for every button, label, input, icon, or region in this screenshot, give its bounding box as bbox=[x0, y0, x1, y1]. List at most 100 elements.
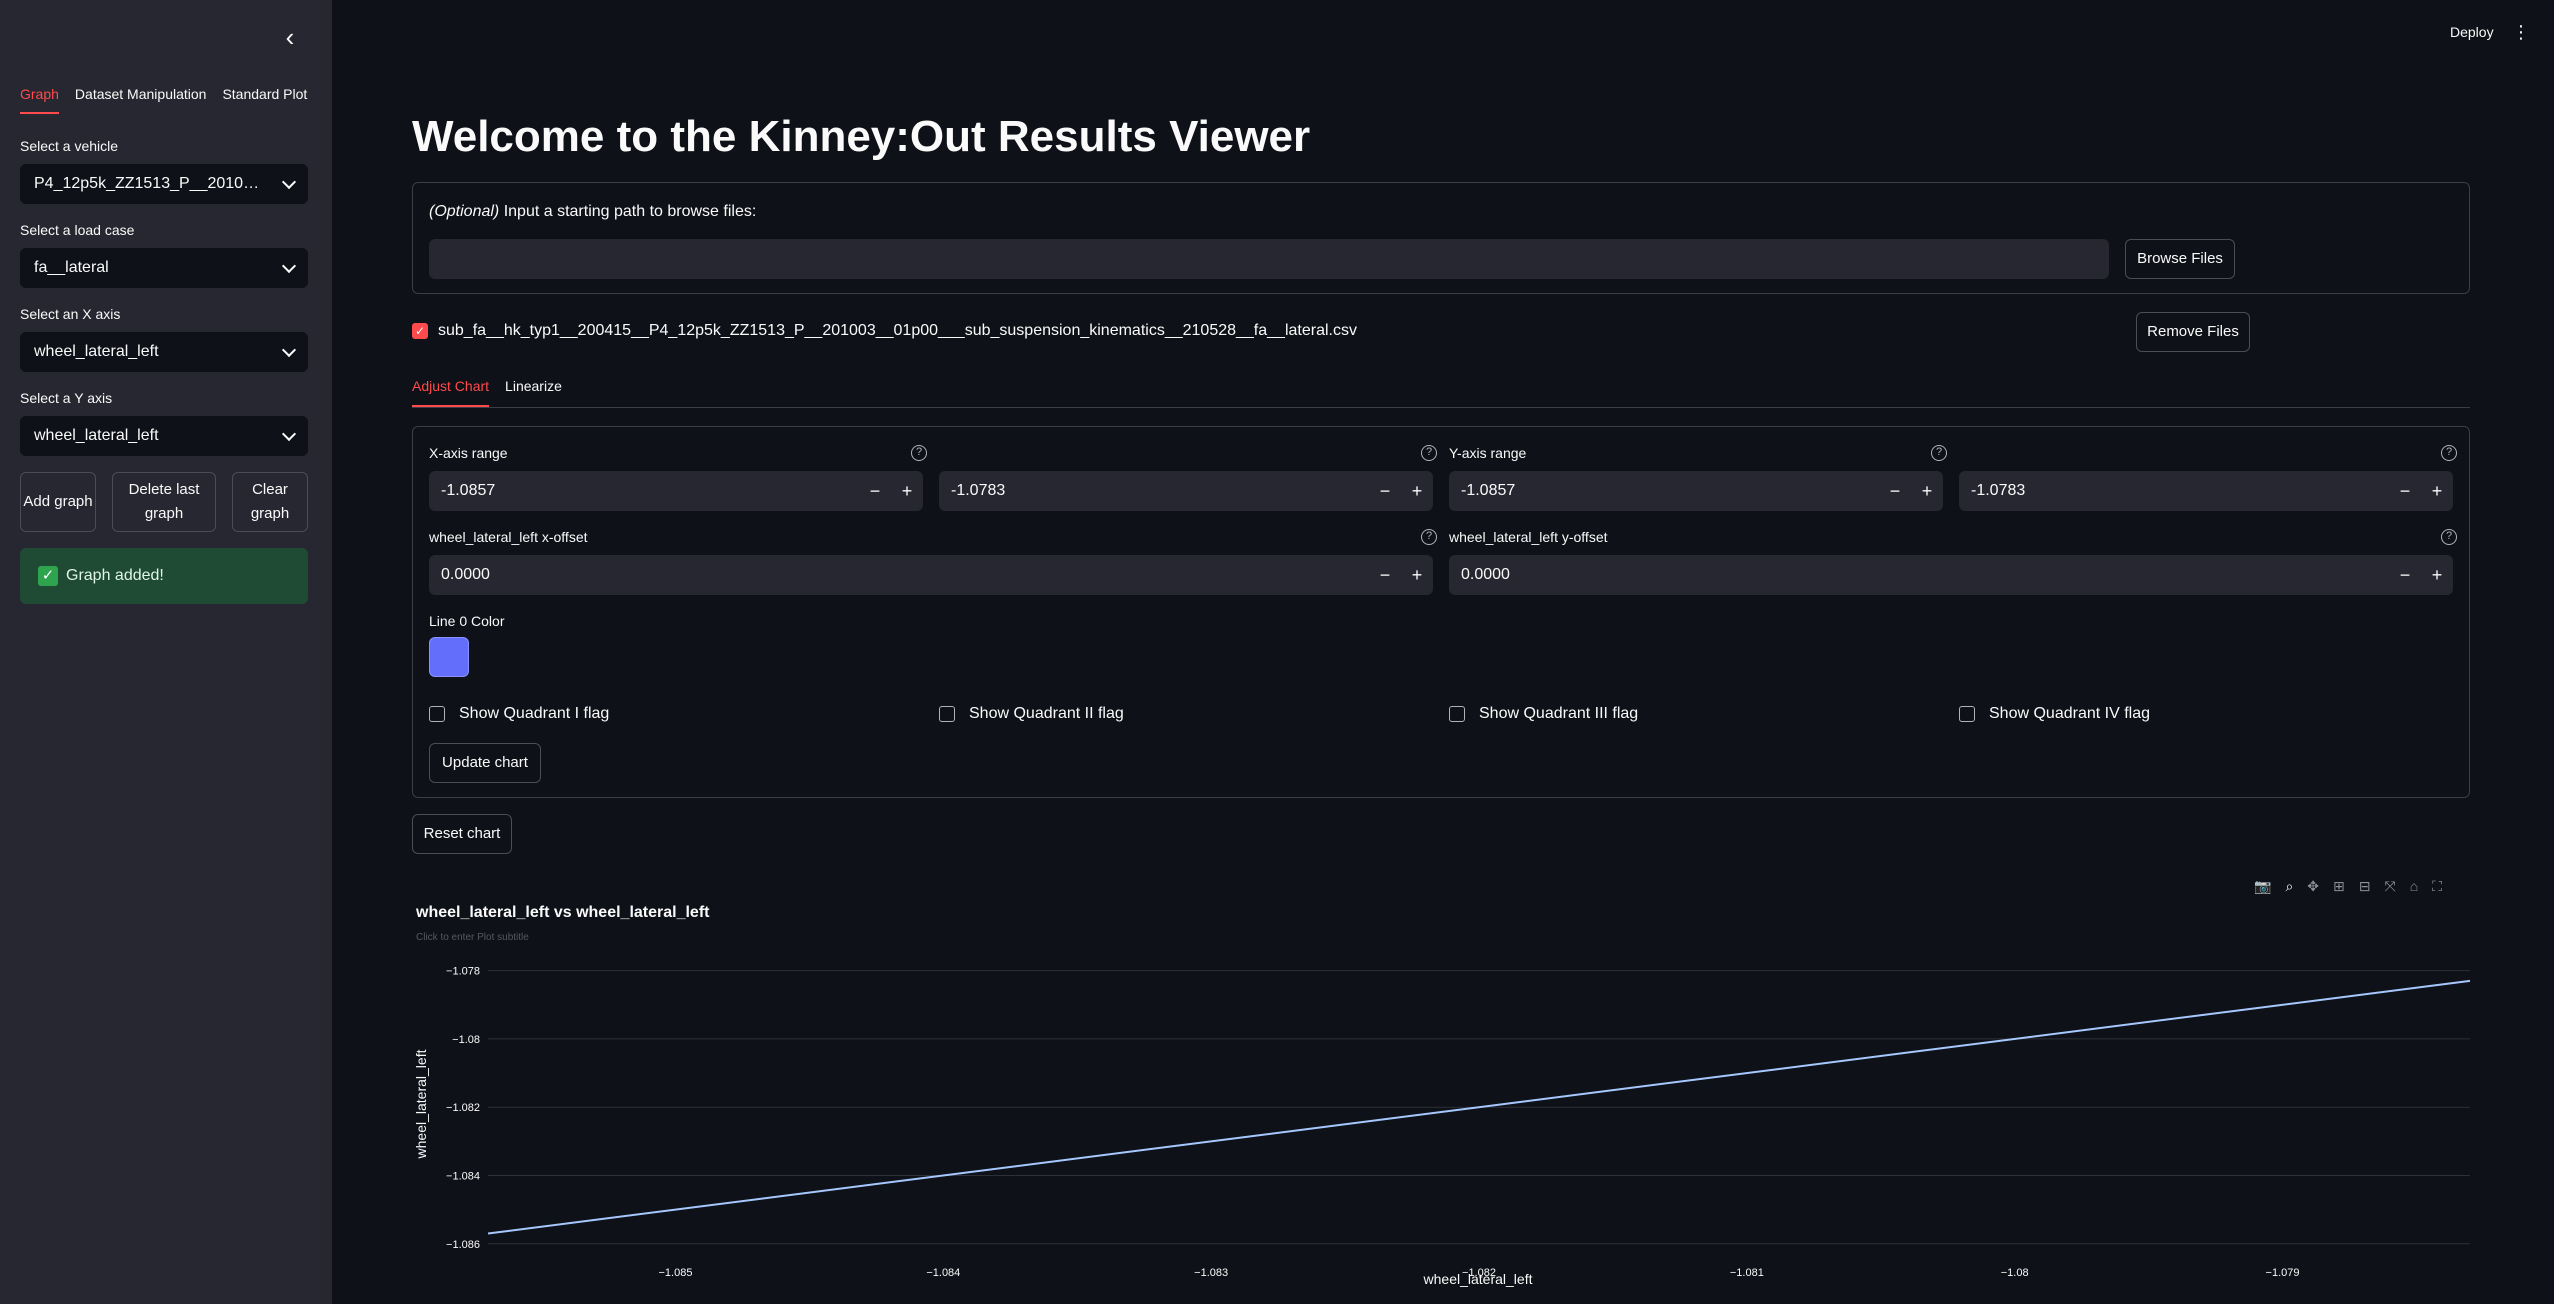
browse-files-button[interactable]: Browse Files bbox=[2125, 239, 2235, 279]
x-min-input[interactable]: -1.0857 − + bbox=[429, 471, 923, 511]
path-label-optional: (Optional) bbox=[429, 203, 500, 220]
y-offset-label: wheel_lateral_left y-offset bbox=[1449, 529, 1608, 545]
load-case-select[interactable]: fa__lateral bbox=[20, 248, 308, 288]
x-tick-label: −1.084 bbox=[926, 1267, 960, 1279]
x-min-value: -1.0857 bbox=[441, 482, 496, 499]
quadrant-4-flag[interactable]: Show Quadrant IV flag bbox=[1959, 705, 2150, 723]
x-tick-label: −1.08 bbox=[2001, 1267, 2029, 1279]
y-axis-select[interactable]: wheel_lateral_left bbox=[20, 416, 308, 456]
minus-icon[interactable]: − bbox=[1369, 471, 1401, 511]
sidebar-tabs: Graph Dataset Manipulation Standard Plot bbox=[20, 86, 307, 114]
tab-standard-plot[interactable]: Standard Plot bbox=[222, 86, 307, 114]
chevron-down-icon bbox=[281, 342, 297, 357]
x-axis-select[interactable]: wheel_lateral_left bbox=[20, 332, 308, 372]
minus-icon[interactable]: − bbox=[1879, 471, 1911, 511]
checkbox[interactable] bbox=[1959, 706, 1975, 722]
y-min-input[interactable]: -1.0857 − + bbox=[1449, 471, 1943, 511]
x-axis-title: wheel_lateral_left bbox=[1423, 1271, 1533, 1287]
delete-last-graph-button[interactable]: Delete last graph bbox=[112, 472, 216, 532]
fullscreen-icon[interactable]: ⛶ bbox=[2432, 878, 2442, 895]
update-chart-button[interactable]: Update chart bbox=[429, 743, 541, 783]
chevron-down-icon bbox=[281, 258, 297, 273]
chart-title: wheel_lateral_left vs wheel_lateral_left bbox=[416, 904, 710, 921]
remove-files-button[interactable]: Remove Files bbox=[2136, 312, 2250, 352]
file-row: ✓ sub_fa__hk_typ1__200415__P4_12p5k_ZZ15… bbox=[412, 322, 1357, 340]
help-icon[interactable]: ? bbox=[2441, 445, 2457, 461]
x-tick-label: −1.081 bbox=[1730, 1267, 1764, 1279]
tab-linearize[interactable]: Linearize bbox=[505, 378, 562, 407]
autoscale-icon[interactable]: ⤧ bbox=[2384, 878, 2395, 895]
minus-icon[interactable]: − bbox=[2389, 555, 2421, 595]
x-offset-input[interactable]: 0.0000 − + bbox=[429, 555, 1433, 595]
camera-icon[interactable]: 📷 bbox=[2254, 878, 2271, 895]
help-icon[interactable]: ? bbox=[1931, 445, 1947, 461]
y-axis-title: wheel_lateral_left bbox=[413, 1049, 429, 1159]
vehicle-label: Select a vehicle bbox=[20, 138, 119, 154]
plus-icon[interactable]: + bbox=[1401, 555, 1433, 595]
x-tick-label: −1.079 bbox=[2266, 1267, 2300, 1279]
quadrant-1-flag[interactable]: Show Quadrant I flag bbox=[429, 705, 609, 723]
checkbox[interactable] bbox=[939, 706, 955, 722]
y-max-input[interactable]: -1.0783 − + bbox=[1959, 471, 2453, 511]
zoom-in-icon[interactable]: ⊞ bbox=[2333, 878, 2345, 895]
plus-icon[interactable]: + bbox=[2421, 555, 2453, 595]
path-panel: (Optional) Input a starting path to brow… bbox=[412, 182, 2470, 294]
chevron-down-icon bbox=[281, 174, 297, 189]
chevron-down-icon bbox=[281, 426, 297, 441]
x-axis-label: Select an X axis bbox=[20, 306, 121, 322]
series-line[interactable] bbox=[487, 979, 2471, 1235]
help-icon[interactable]: ? bbox=[2441, 529, 2457, 545]
y-offset-input[interactable]: 0.0000 − + bbox=[1449, 555, 2453, 595]
zoom-icon[interactable]: ⌕ bbox=[2285, 878, 2293, 895]
reset-chart-button[interactable]: Reset chart bbox=[412, 814, 512, 854]
help-icon[interactable]: ? bbox=[911, 445, 927, 461]
x-max-input[interactable]: -1.0783 − + bbox=[939, 471, 1433, 511]
collapse-sidebar-icon[interactable]: ‹ bbox=[278, 24, 302, 50]
y-range-label: Y-axis range bbox=[1449, 445, 1527, 461]
success-text: Graph added! bbox=[66, 567, 164, 584]
success-alert: ✓ Graph added! bbox=[20, 548, 308, 604]
quadrant-2-flag[interactable]: Show Quadrant II flag bbox=[939, 705, 1124, 723]
clear-graph-button[interactable]: Clear graph bbox=[232, 472, 308, 532]
tab-graph[interactable]: Graph bbox=[20, 86, 59, 114]
checkbox[interactable] bbox=[429, 706, 445, 722]
main-menu-icon[interactable]: ⋮ bbox=[2512, 22, 2530, 43]
y-min-value: -1.0857 bbox=[1461, 482, 1516, 499]
plus-icon[interactable]: + bbox=[1911, 471, 1943, 511]
chart-subtitle[interactable]: Click to enter Plot subtitle bbox=[416, 932, 529, 943]
minus-icon[interactable]: − bbox=[2389, 471, 2421, 511]
pan-icon[interactable]: ✥ bbox=[2307, 878, 2319, 895]
plus-icon[interactable]: + bbox=[1401, 471, 1433, 511]
home-icon[interactable]: ⌂ bbox=[2410, 878, 2418, 895]
load-case-value: fa__lateral bbox=[34, 259, 109, 276]
x-tick-label: −1.083 bbox=[1194, 1267, 1228, 1279]
tab-dataset-manipulation[interactable]: Dataset Manipulation bbox=[75, 86, 207, 114]
tab-adjust-chart[interactable]: Adjust Chart bbox=[412, 378, 490, 407]
path-input[interactable] bbox=[429, 239, 2109, 279]
help-icon[interactable]: ? bbox=[1421, 529, 1437, 545]
file-name: sub_fa__hk_typ1__200415__P4_12p5k_ZZ1513… bbox=[438, 322, 1357, 339]
file-checkbox[interactable]: ✓ bbox=[412, 323, 428, 339]
zoom-out-icon[interactable]: ⊟ bbox=[2359, 878, 2371, 895]
checkbox[interactable] bbox=[1449, 706, 1465, 722]
quadrant-4-label: Show Quadrant IV flag bbox=[1989, 705, 2150, 722]
page-title: Welcome to the Kinney:Out Results Viewer bbox=[412, 112, 1311, 161]
x-range-label: X-axis range bbox=[429, 445, 508, 461]
plus-icon[interactable]: + bbox=[891, 471, 923, 511]
line-color-picker[interactable] bbox=[429, 637, 469, 677]
deploy-button[interactable]: Deploy bbox=[2450, 24, 2494, 40]
quadrant-3-label: Show Quadrant III flag bbox=[1479, 705, 1639, 722]
y-axis-label: Select a Y axis bbox=[20, 390, 113, 406]
minus-icon[interactable]: − bbox=[1369, 555, 1401, 595]
line-color-label: Line 0 Color bbox=[429, 613, 505, 629]
chart-modebar: 📷 ⌕ ✥ ⊞ ⊟ ⤧ ⌂ ⛶ bbox=[2254, 878, 2442, 895]
y-tick-label: −1.086 bbox=[446, 1239, 480, 1251]
minus-icon[interactable]: − bbox=[859, 471, 891, 511]
plus-icon[interactable]: + bbox=[2421, 471, 2453, 511]
vehicle-select[interactable]: P4_12p5k_ZZ1513_P__201003__01p00 bbox=[20, 164, 308, 204]
quadrant-1-label: Show Quadrant I flag bbox=[459, 705, 610, 722]
help-icon[interactable]: ? bbox=[1421, 445, 1437, 461]
path-label: (Optional) Input a starting path to brow… bbox=[429, 203, 756, 221]
add-graph-button[interactable]: Add graph bbox=[20, 472, 96, 532]
quadrant-3-flag[interactable]: Show Quadrant III flag bbox=[1449, 705, 1638, 723]
